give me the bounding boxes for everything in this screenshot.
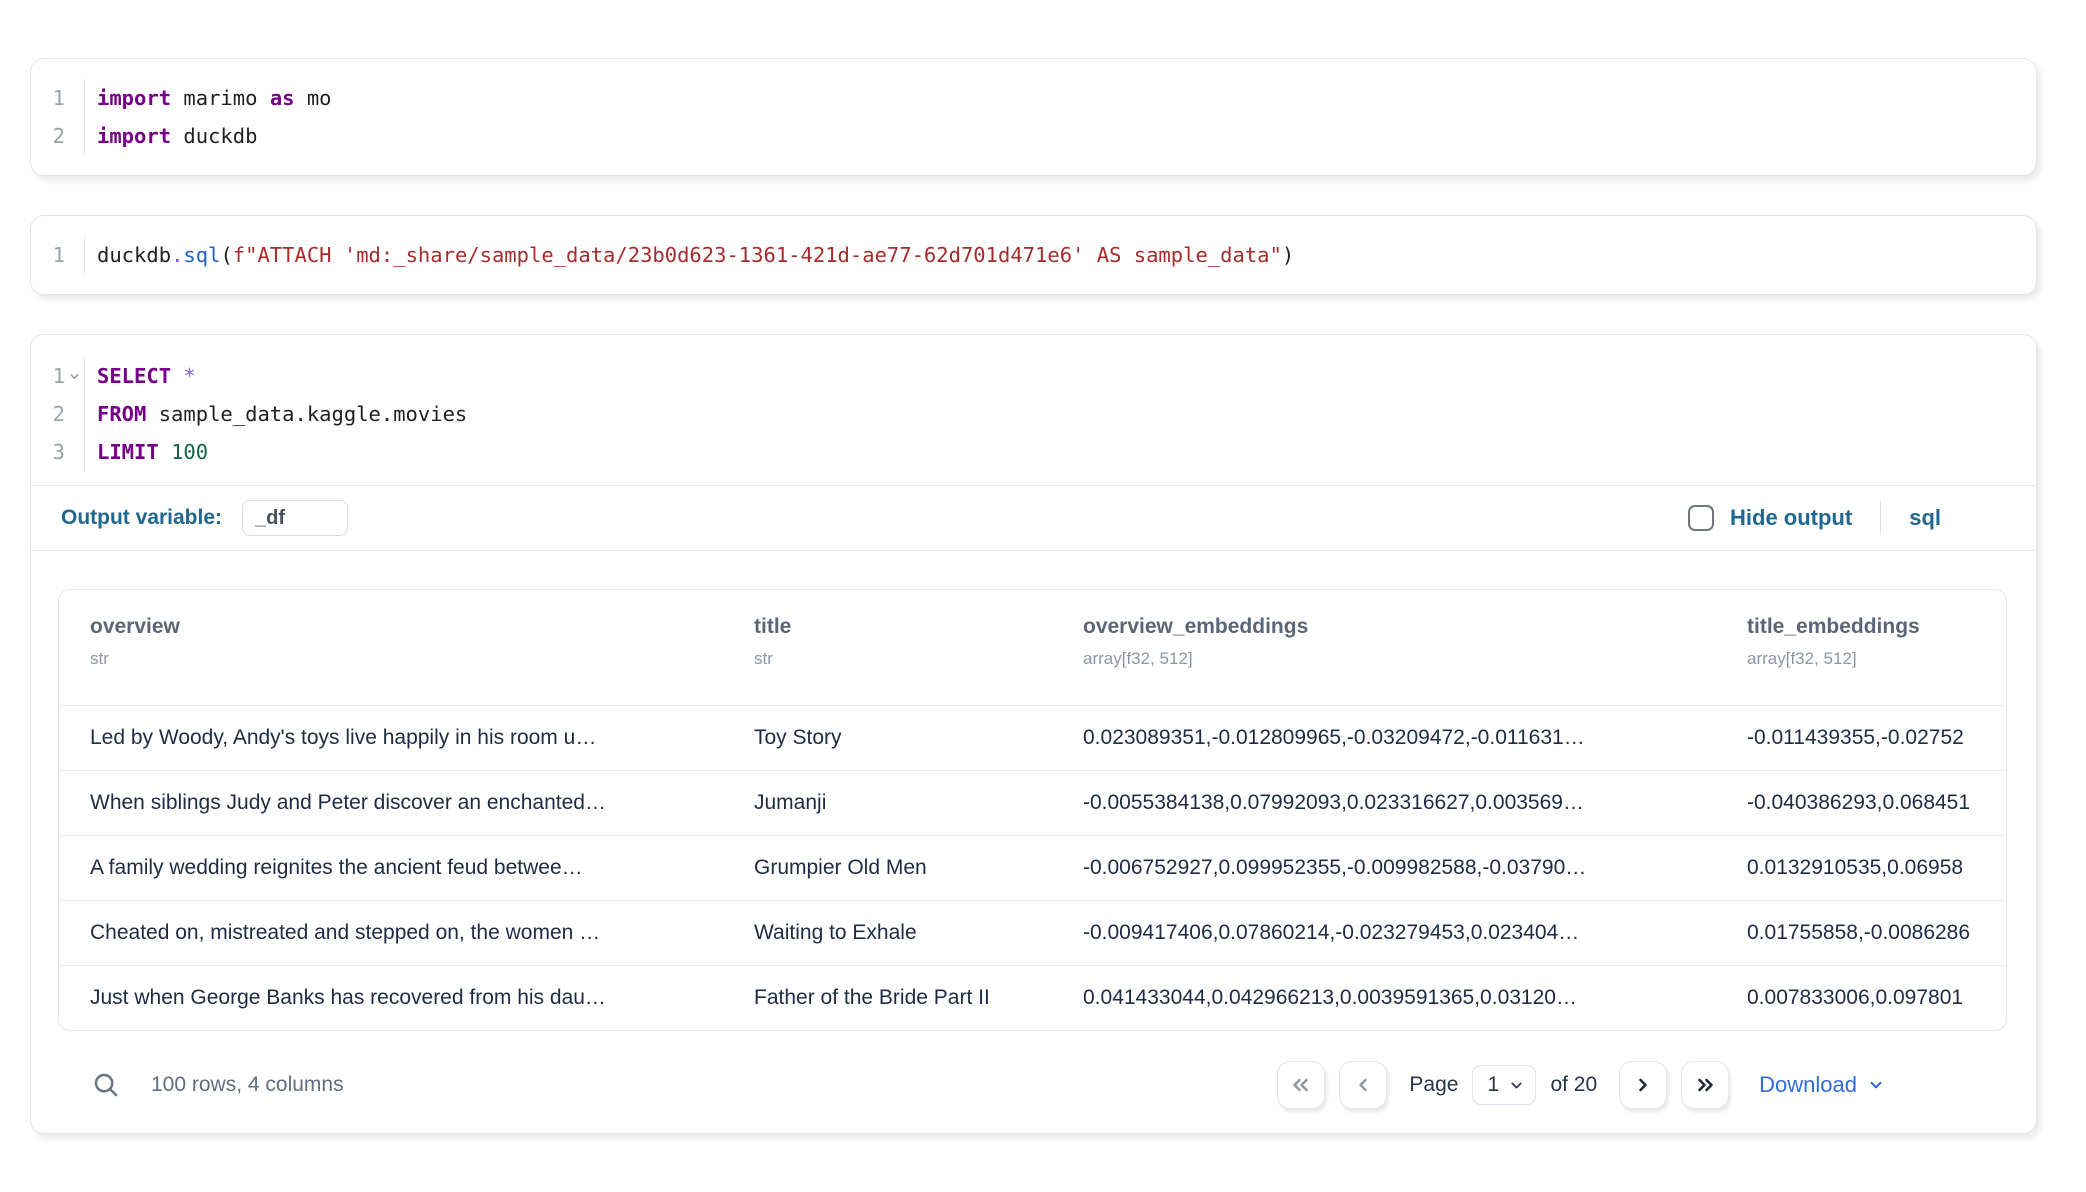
chevron-down-icon xyxy=(1867,1076,1885,1094)
sql-cell-movies: 1 2 3 SELECT * FROM sample_data.kaggle.m… xyxy=(30,334,2037,1134)
hide-output-label: Hide output xyxy=(1730,505,1852,531)
page-select[interactable]: 1 xyxy=(1472,1065,1536,1105)
divider xyxy=(1880,501,1881,535)
search-icon[interactable] xyxy=(91,1070,121,1100)
last-page-button[interactable] xyxy=(1681,1061,1729,1109)
line-number: 2 xyxy=(53,124,65,148)
code-line[interactable]: LIMIT 100 xyxy=(97,433,2036,471)
chevron-down-icon xyxy=(1508,1077,1525,1094)
code-editor[interactable]: 1 2 import marimo as mo import duckdb xyxy=(31,59,2036,175)
line-number-gutter: 1 2 3 xyxy=(31,357,84,471)
download-label: Download xyxy=(1759,1072,1857,1098)
column-header[interactable]: overview str xyxy=(59,614,723,669)
line-number: 1 xyxy=(53,364,65,388)
page-label: Page xyxy=(1409,1073,1458,1097)
first-page-button[interactable] xyxy=(1277,1061,1325,1109)
next-page-button[interactable] xyxy=(1619,1061,1667,1109)
cell-output: overview str title str overview_embeddin… xyxy=(31,551,2036,1133)
table-row[interactable]: Led by Woody, Andy's toys live happily i… xyxy=(59,705,2006,770)
code-line[interactable]: FROM sample_data.kaggle.movies xyxy=(97,395,2036,433)
fold-arrow-icon[interactable] xyxy=(65,370,84,383)
code-editor[interactable]: 1 duckdb.sql(f"ATTACH 'md:_share/sample_… xyxy=(31,216,2036,294)
table-row[interactable]: Cheated on, mistreated and stepped on, t… xyxy=(59,900,2006,965)
row-count-status: 100 rows, 4 columns xyxy=(151,1073,344,1097)
line-number: 1 xyxy=(53,86,65,110)
column-header[interactable]: title str xyxy=(723,614,1052,669)
output-variable-bar: Output variable: Hide output sql xyxy=(31,485,2036,551)
line-number-gutter: 1 xyxy=(31,236,84,274)
table-row[interactable]: A family wedding reignites the ancient f… xyxy=(59,835,2006,900)
code-line[interactable]: import marimo as mo xyxy=(97,79,2036,117)
dataframe-table: overview str title str overview_embeddin… xyxy=(58,589,2007,1031)
code-cell-attach: 1 duckdb.sql(f"ATTACH 'md:_share/sample_… xyxy=(30,215,2037,295)
page-select-value: 1 xyxy=(1487,1073,1499,1097)
code-editor[interactable]: 1 2 3 SELECT * FROM sample_data.kaggle.m… xyxy=(31,335,2036,485)
line-number: 2 xyxy=(53,402,65,426)
line-number-gutter: 1 2 xyxy=(31,79,84,155)
code-line[interactable]: duckdb.sql(f"ATTACH 'md:_share/sample_da… xyxy=(97,236,2036,274)
code-line[interactable]: import duckdb xyxy=(97,117,2036,155)
hide-output-checkbox[interactable] xyxy=(1688,505,1714,531)
output-variable-input[interactable] xyxy=(242,500,348,536)
column-header[interactable]: title_embeddings array[f32, 512] xyxy=(1716,614,2006,669)
output-variable-label: Output variable: xyxy=(61,506,222,530)
table-header-row: overview str title str overview_embeddin… xyxy=(59,590,2006,705)
line-number: 1 xyxy=(53,243,65,267)
page-count-label: of 20 xyxy=(1550,1073,1597,1097)
code-line[interactable]: SELECT * xyxy=(97,357,2036,395)
table-row[interactable]: Just when George Banks has recovered fro… xyxy=(59,965,2006,1030)
column-header[interactable]: overview_embeddings array[f32, 512] xyxy=(1052,614,1716,669)
code-cell-imports: 1 2 import marimo as mo import duckdb xyxy=(30,58,2037,176)
download-button[interactable]: Download xyxy=(1759,1072,1885,1098)
table-row[interactable]: When siblings Judy and Peter discover an… xyxy=(59,770,2006,835)
previous-page-button[interactable] xyxy=(1339,1061,1387,1109)
line-number: 3 xyxy=(53,440,65,464)
language-badge[interactable]: sql xyxy=(1909,505,1941,531)
table-footer: 100 rows, 4 columns Page 1 of 20 Downloa… xyxy=(58,1031,2007,1109)
